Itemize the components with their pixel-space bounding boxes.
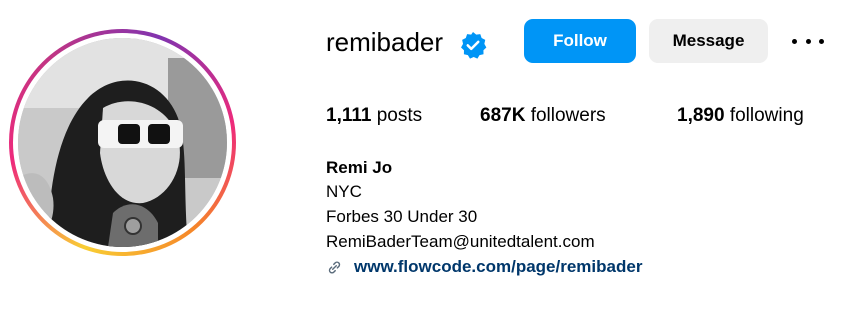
followers-count[interactable]: 687K followers (480, 104, 606, 128)
following-count[interactable]: 1,890 following (677, 104, 804, 128)
bio-external-link[interactable]: www.flowcode.com/page/remibader (326, 256, 642, 278)
avatar-gap (13, 33, 232, 252)
following-count-value: 1,890 (677, 105, 725, 126)
followers-count-label: followers (530, 105, 606, 126)
verified-badge-icon (461, 32, 487, 59)
avatar-photo (18, 38, 227, 247)
bio-link-text[interactable]: www.flowcode.com/page/remibader (354, 256, 642, 278)
profile-avatar-ring[interactable] (9, 29, 236, 256)
more-dot (819, 38, 824, 44)
more-dot (805, 38, 811, 44)
posts-count-value: 1,111 (326, 105, 372, 126)
posts-count-label: posts (376, 105, 423, 126)
more-horizontal-icon[interactable] (792, 29, 824, 53)
bio-line-award: Forbes 30 Under 30 (326, 207, 478, 226)
follow-button[interactable]: Follow (524, 19, 636, 63)
avatar[interactable] (18, 38, 227, 247)
bio-line-email: RemiBaderTeam@unitedtalent.com (326, 232, 595, 251)
bio-name: Remi Jo (326, 158, 393, 177)
followers-count-value: 687K (480, 105, 526, 126)
following-count-label: following (729, 105, 804, 126)
message-button[interactable]: Message (649, 19, 768, 63)
more-dot (792, 38, 797, 44)
link-icon (328, 261, 341, 273)
profile-username: remibader (326, 27, 444, 57)
posts-count: 1,111 posts (326, 104, 422, 128)
bio-line-location: NYC (326, 182, 362, 201)
